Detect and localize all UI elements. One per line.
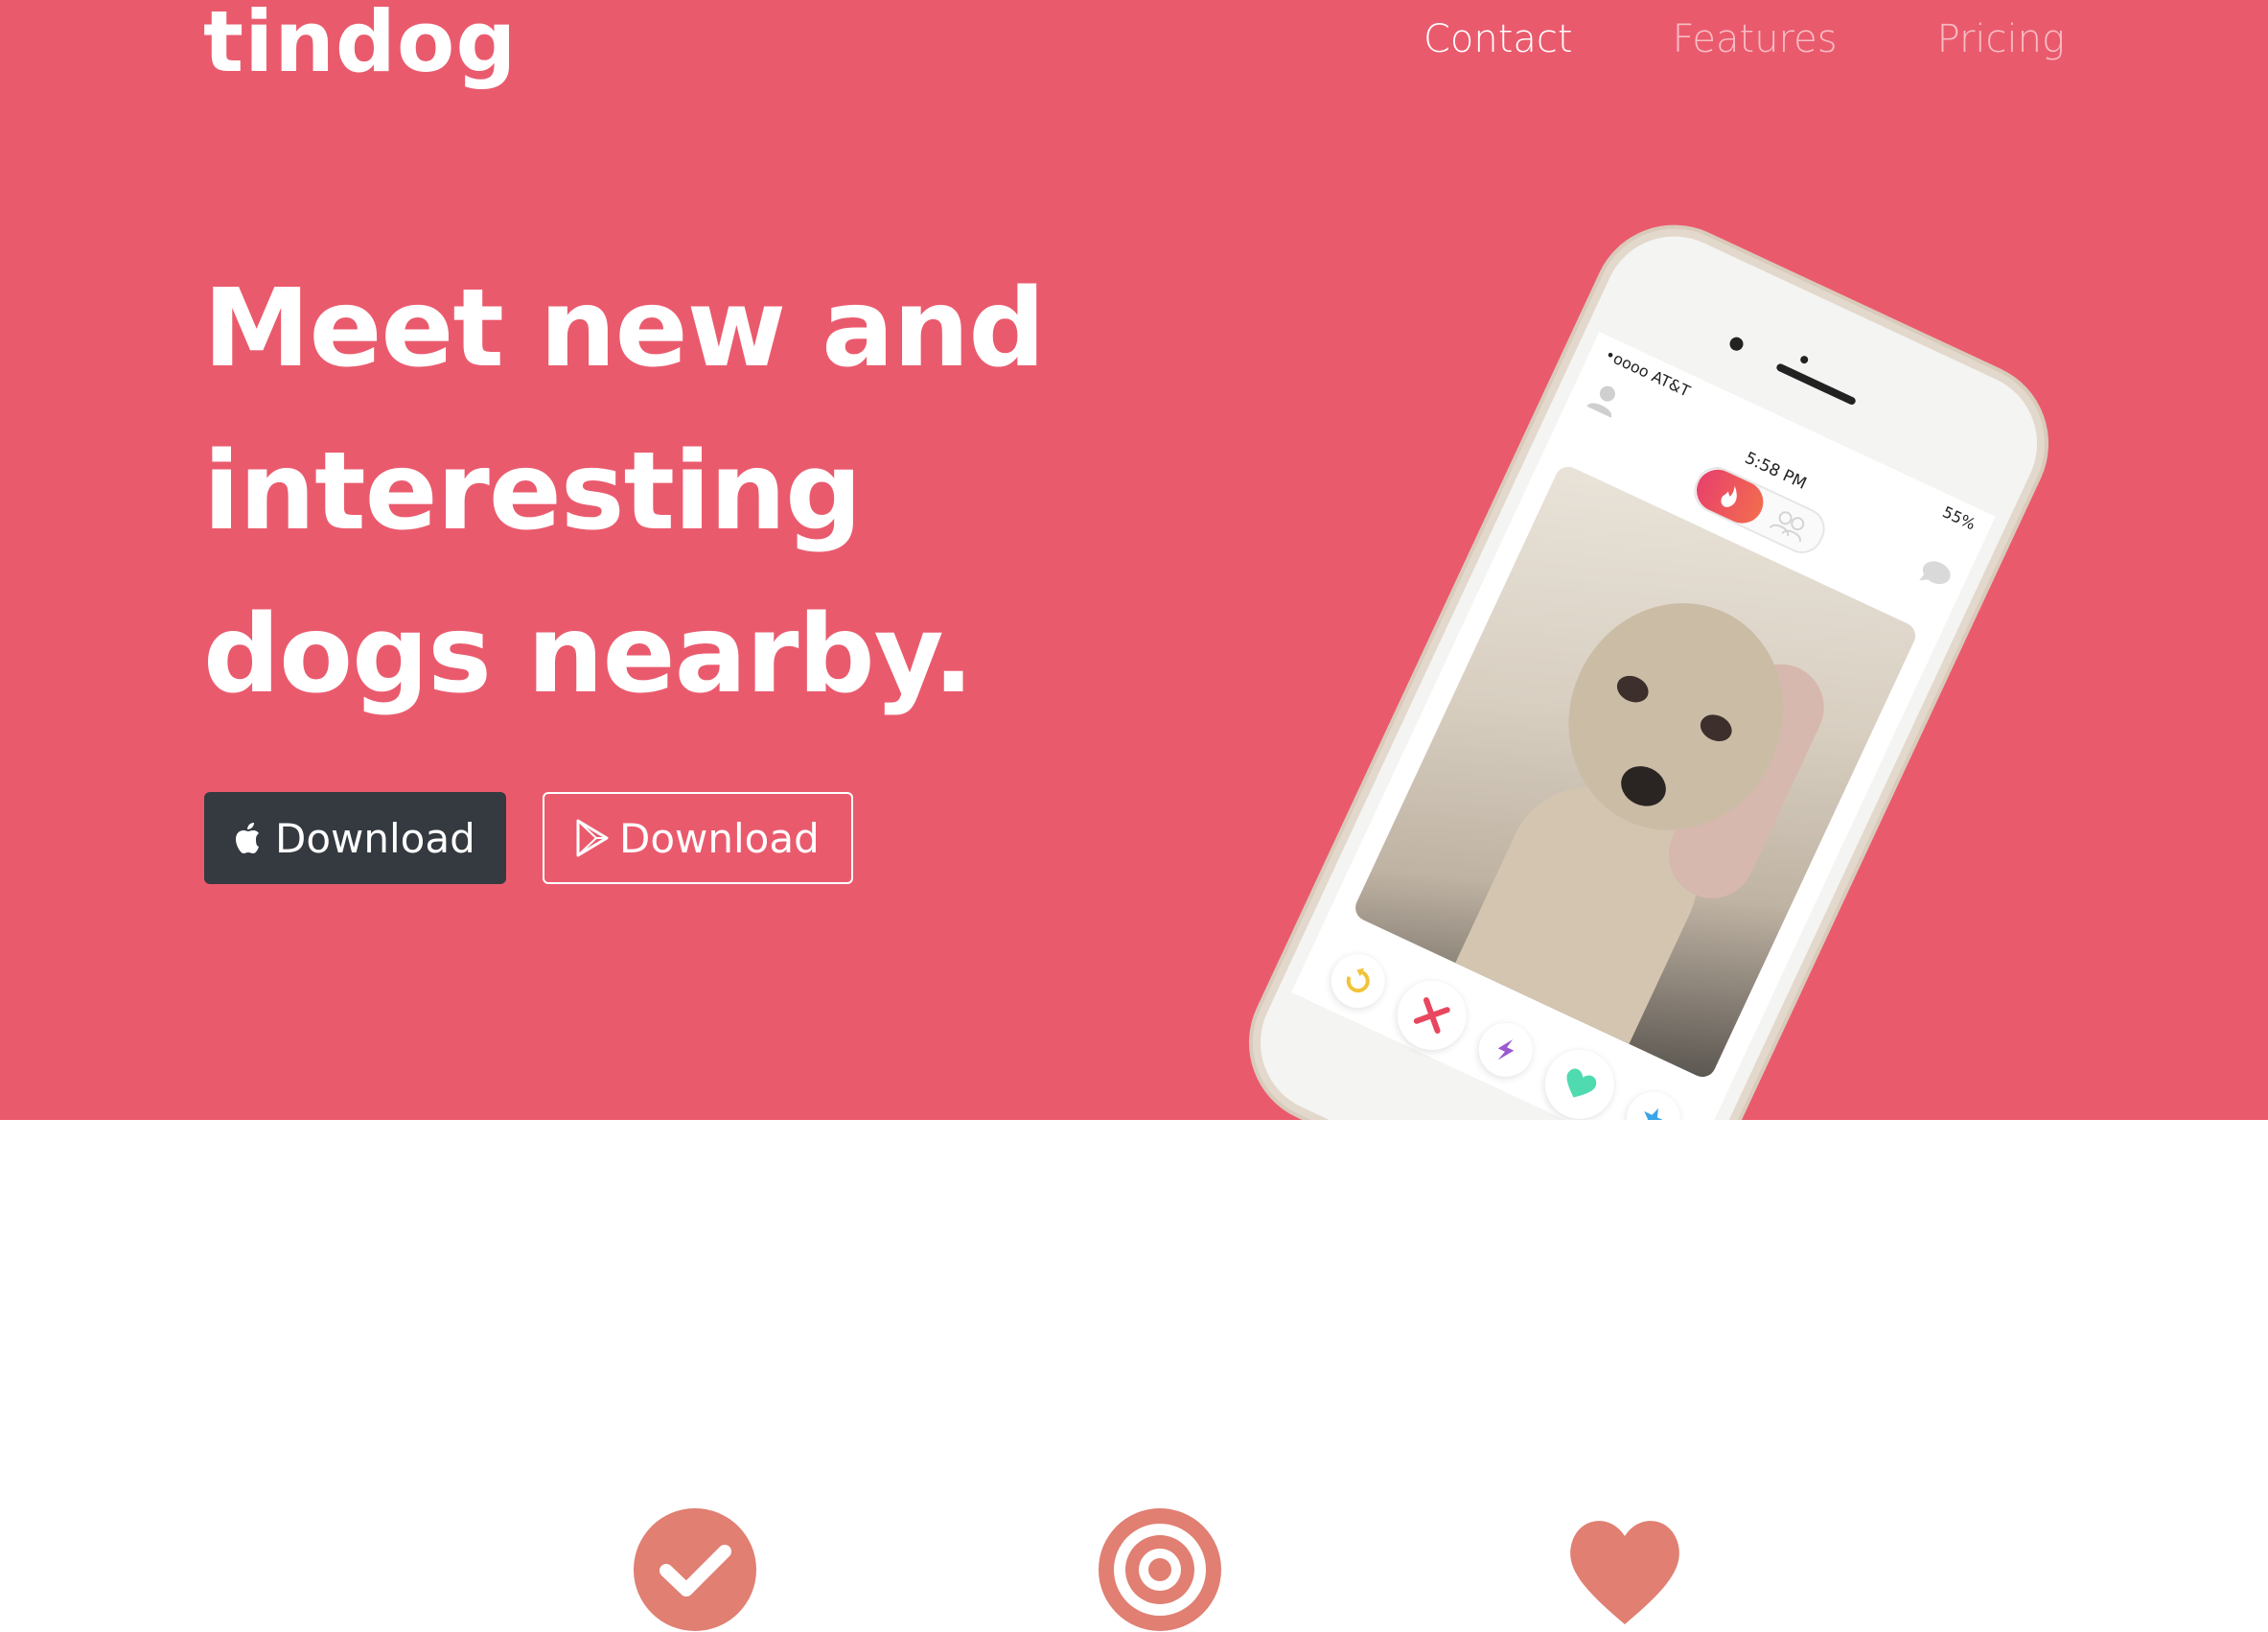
like-button[interactable] [1534, 1038, 1626, 1120]
group-icon [1769, 511, 1805, 543]
brand-logo[interactable]: tindog [203, 0, 517, 91]
status-battery: 55% [1939, 502, 1979, 534]
headline-line-1: Meet new and [203, 267, 1046, 391]
google-play-icon [576, 819, 609, 857]
play-download-label: Download [619, 814, 820, 862]
close-icon [1413, 997, 1450, 1034]
hero-section: tindog Contact Features Pricing Meet new… [0, 0, 2268, 1120]
nav-link-contact[interactable]: Contact [1423, 17, 1573, 61]
apple-download-label: Download [275, 814, 475, 862]
superlike-button[interactable] [1617, 1083, 1690, 1120]
heart-outline-icon [1566, 1068, 1597, 1098]
hero-headline: Meet new and interesting dogs nearby. [203, 247, 1046, 736]
apple-download-button[interactable]: Download [204, 792, 506, 884]
phone-mockup: •oooo AT&T 55% 5:58 PM [1227, 202, 2071, 1120]
nav-link-pricing[interactable]: Pricing [1937, 17, 2065, 61]
headline-line-2: interesting [203, 430, 862, 554]
lightning-icon [1497, 1038, 1515, 1061]
rewind-icon [1346, 968, 1370, 993]
check-circle-icon [634, 1508, 756, 1631]
bullseye-icon [1099, 1508, 1221, 1631]
heart-icon [1570, 1521, 1679, 1624]
apple-icon [236, 823, 259, 853]
star-icon [1641, 1107, 1666, 1120]
headline-line-3: dogs nearby. [203, 593, 974, 717]
main-nav: Contact Features Pricing [1423, 17, 2065, 61]
boost-button[interactable] [1470, 1014, 1542, 1086]
nav-link-features[interactable]: Features [1673, 17, 1838, 61]
play-download-button[interactable]: Download [543, 792, 853, 884]
rewind-button[interactable] [1322, 944, 1394, 1017]
